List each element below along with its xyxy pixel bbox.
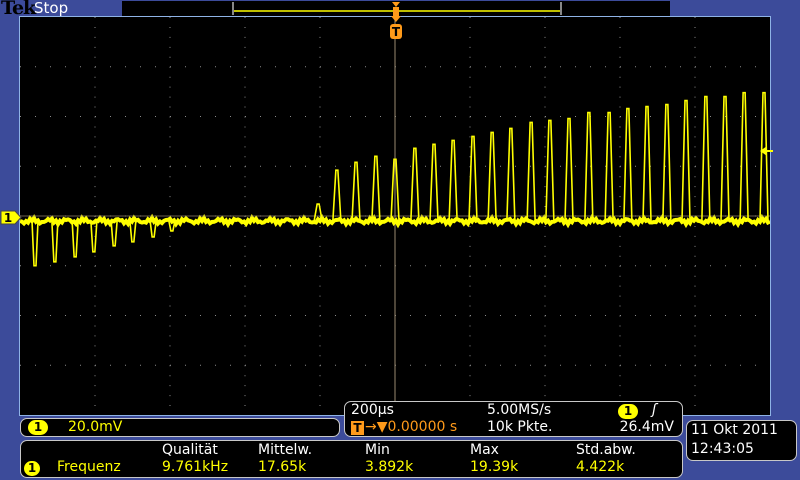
waveform-pulse <box>564 117 574 221</box>
channel1-marker-label: 1 <box>4 211 12 225</box>
record-trigger-icon <box>392 2 400 16</box>
waveform-pulse <box>584 111 594 221</box>
channel-scale-readout[interactable]: 1 20.0mV <box>20 418 340 437</box>
record-length: 10k Pkte. <box>487 419 553 435</box>
waveform-svg <box>19 17 771 415</box>
waveform-pulse <box>506 127 516 222</box>
trigger-slope-icon: ʃ <box>652 402 657 418</box>
trigger-level: 26.4mV <box>619 419 674 435</box>
waveform-pulse <box>545 119 555 221</box>
measurement-header-stddev: Std.abw. <box>576 442 636 458</box>
waveform-pulse <box>604 111 614 221</box>
record-window-left <box>232 2 234 15</box>
record-view-graphic <box>232 2 562 16</box>
record-view-bar <box>122 1 670 16</box>
trigger-channel-badge: 1 <box>618 404 638 419</box>
waveform-pulse <box>623 107 633 221</box>
waveform-pulse <box>487 131 497 222</box>
measurement-header-min: Min <box>365 442 390 458</box>
waveform-pulse <box>642 105 652 221</box>
time-per-div: 200µs <box>351 402 394 418</box>
trigger-level-marker[interactable] <box>759 144 773 158</box>
waveform-display[interactable] <box>19 16 771 416</box>
measurement-value-mean: 17.65k <box>258 459 307 475</box>
measurement-value-stddev: 4.422k <box>576 459 625 475</box>
measurement-header-max: Max <box>470 442 499 458</box>
trigger-level-arrow-icon <box>760 146 773 156</box>
datetime-readout: 11 Okt 2011 12:43:05 <box>686 420 797 461</box>
waveform-pulse <box>332 169 342 222</box>
waveform-pulse <box>739 91 749 221</box>
measurement-header-quality: Qualität <box>162 442 218 458</box>
waveform-pulse <box>526 121 536 221</box>
measurement-value-max: 19.39k <box>470 459 519 475</box>
waveform-pulse <box>410 147 420 222</box>
waveform-pulse <box>429 143 439 222</box>
date: 11 Okt 2011 <box>691 422 778 438</box>
measurement-channel-badge: 1 <box>24 461 40 476</box>
time: 12:43:05 <box>691 441 754 457</box>
channel-badge: 1 <box>28 420 48 435</box>
waveform-pulse <box>681 99 691 221</box>
waveform-pulse <box>51 220 59 263</box>
acquisition-status: Stop <box>34 0 69 17</box>
measurement-value-quality: 9.761kHz <box>162 459 229 475</box>
waveform-pulse <box>90 220 98 253</box>
trigger-t-label: T <box>392 25 401 39</box>
waveform-pulse <box>468 135 478 222</box>
trigger-arrow-icon <box>391 16 401 22</box>
waveform-pulse <box>71 220 79 258</box>
record-window-right <box>560 2 562 15</box>
waveform-pulse <box>662 103 672 221</box>
trigger-position: →▼0.00000 s <box>365 419 458 435</box>
waveform-pulse <box>351 161 361 222</box>
waveform-pulse <box>720 95 730 221</box>
measurement-value-min: 3.892k <box>365 459 414 475</box>
timebase-readout[interactable]: 200µs 5.00MS/s 1 ʃ T →▼0.00000 s 10k Pkt… <box>344 401 683 437</box>
waveform-baseline <box>19 213 771 229</box>
measurement-panel[interactable]: Qualität Mittelw. Min Max Std.abw. 1 Fre… <box>20 440 683 478</box>
waveform-pulse <box>371 155 381 222</box>
waveform-pulse <box>129 220 137 243</box>
waveform-pulse <box>448 139 458 222</box>
channel1-offset-marker[interactable]: 1 <box>0 209 22 226</box>
measurement-name: Frequenz <box>57 459 121 475</box>
waveform-pulse <box>31 220 39 267</box>
sample-rate: 5.00MS/s <box>487 402 552 418</box>
channel-scale: 20.0mV <box>68 419 123 435</box>
waveform-pulse <box>701 95 711 221</box>
trigger-t-badge: T <box>351 421 364 435</box>
measurement-header-mean: Mittelw. <box>258 442 313 458</box>
trigger-position-marker[interactable]: T <box>387 16 405 42</box>
waveform-pulse <box>110 220 118 247</box>
